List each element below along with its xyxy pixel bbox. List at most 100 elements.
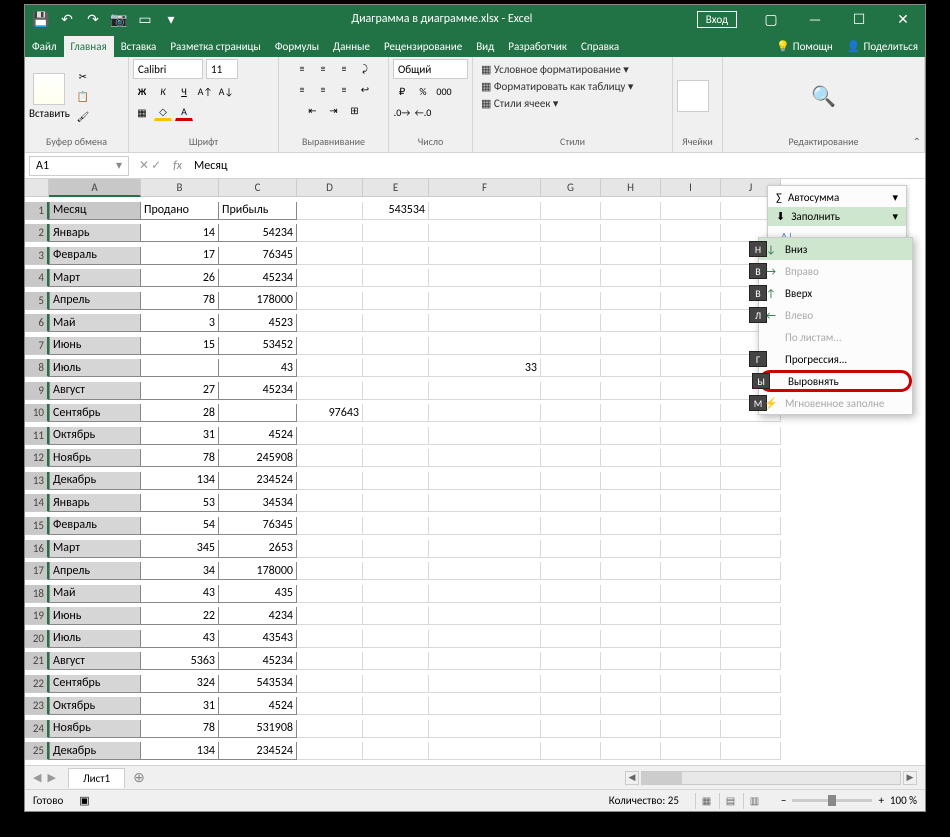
cell[interactable]	[297, 517, 363, 535]
fill-button[interactable]: ⬇Заполнить▾	[768, 207, 906, 226]
cell[interactable]	[297, 337, 363, 355]
cell[interactable]: 134	[141, 742, 219, 760]
cell[interactable]: Август	[49, 652, 141, 670]
cell[interactable]: 234524	[219, 742, 297, 760]
cell[interactable]	[661, 585, 721, 603]
column-header[interactable]: G	[541, 179, 601, 197]
cell[interactable]: Месяц	[49, 202, 141, 220]
cell[interactable]	[601, 224, 661, 242]
cell[interactable]	[601, 742, 661, 760]
cell[interactable]: 53	[141, 494, 219, 512]
cell[interactable]: 324	[141, 675, 219, 693]
cell[interactable]: 76345	[219, 517, 297, 535]
cell[interactable]: Продано	[141, 202, 219, 220]
cell[interactable]: 45234	[219, 269, 297, 287]
name-box[interactable]: A1▾	[29, 156, 129, 176]
zoom-level[interactable]: 100 %	[890, 794, 917, 807]
cell[interactable]	[601, 314, 661, 332]
fill-color-icon[interactable]: ◇	[154, 103, 172, 121]
cell[interactable]	[601, 630, 661, 648]
cell[interactable]	[363, 720, 429, 738]
align-bottom-icon[interactable]: ≡	[335, 59, 353, 77]
conditional-formatting-button[interactable]: ▦ Условное форматирование ▾	[481, 63, 629, 76]
cell[interactable]	[429, 517, 541, 535]
cell[interactable]	[297, 359, 363, 377]
tab-review[interactable]: Рецензирование	[377, 36, 469, 57]
cell[interactable]: 43	[219, 359, 297, 377]
row-header[interactable]: 6	[25, 314, 49, 332]
cell[interactable]: 4234	[219, 607, 297, 625]
cell[interactable]	[541, 517, 601, 535]
cell[interactable]: 78	[141, 292, 219, 310]
camera-icon[interactable]: 📷	[111, 11, 127, 27]
cell[interactable]	[429, 292, 541, 310]
cell[interactable]	[429, 382, 541, 400]
cell[interactable]	[661, 742, 721, 760]
italic-button[interactable]: К	[154, 82, 172, 100]
cell[interactable]	[541, 269, 601, 287]
cell[interactable]: 78	[141, 720, 219, 738]
cell[interactable]	[429, 630, 541, 648]
cell[interactable]	[541, 585, 601, 603]
undo-icon[interactable]: ↶	[59, 11, 75, 27]
cell[interactable]	[429, 337, 541, 355]
share-button[interactable]: 👤Поделиться	[840, 36, 925, 57]
column-header[interactable]: H	[601, 179, 661, 197]
ribbon-options-icon[interactable]: ▢	[749, 5, 793, 33]
cell[interactable]: 34	[141, 562, 219, 580]
cell[interactable]: Май	[49, 585, 141, 603]
tab-data[interactable]: Данные	[326, 36, 377, 57]
cell[interactable]: Март	[49, 540, 141, 558]
fill-down-item[interactable]: Н ↓ Вниз	[759, 238, 912, 260]
cell[interactable]	[363, 224, 429, 242]
cell[interactable]	[541, 652, 601, 670]
cell[interactable]	[363, 404, 429, 422]
cell[interactable]	[601, 675, 661, 693]
cell[interactable]	[297, 562, 363, 580]
cell[interactable]	[297, 449, 363, 467]
cell[interactable]	[541, 472, 601, 490]
normal-view-icon[interactable]: ▦	[695, 793, 717, 809]
cell[interactable]	[363, 382, 429, 400]
zoom-in-icon[interactable]: +	[878, 794, 883, 807]
find-icon[interactable]: 🔍	[811, 84, 836, 109]
cell[interactable]	[429, 585, 541, 603]
row-header[interactable]: 24	[25, 720, 49, 738]
copy-icon[interactable]: 📋	[74, 87, 92, 105]
cell[interactable]	[429, 247, 541, 265]
cell[interactable]: Прибыль	[219, 202, 297, 220]
cell[interactable]	[297, 652, 363, 670]
cell[interactable]	[601, 472, 661, 490]
cell[interactable]	[661, 427, 721, 445]
cell[interactable]	[541, 449, 601, 467]
cell[interactable]	[661, 359, 721, 377]
cell[interactable]	[541, 314, 601, 332]
cell[interactable]	[601, 449, 661, 467]
cell[interactable]	[297, 742, 363, 760]
row-header[interactable]: 18	[25, 585, 49, 603]
cell[interactable]	[429, 404, 541, 422]
cell[interactable]	[721, 540, 781, 558]
cell[interactable]	[297, 202, 363, 220]
column-header[interactable]: E	[363, 179, 429, 197]
cell[interactable]: 78	[141, 449, 219, 467]
cell[interactable]: 245908	[219, 449, 297, 467]
cell[interactable]	[363, 585, 429, 603]
cell[interactable]	[541, 720, 601, 738]
cell[interactable]	[363, 540, 429, 558]
border-icon[interactable]: ▦	[133, 103, 151, 121]
cell[interactable]	[601, 427, 661, 445]
tell-me[interactable]: 💡Помощн	[769, 36, 840, 57]
format-as-table-button[interactable]: ▦ Форматировать как таблицу ▾	[481, 80, 633, 93]
fx-icon[interactable]: fx	[167, 159, 188, 173]
cell[interactable]	[661, 607, 721, 625]
sheet-tab[interactable]: Лист1	[68, 768, 125, 788]
cell[interactable]	[363, 517, 429, 535]
fill-justify-item[interactable]: Ы Выровнять	[759, 370, 912, 392]
align-center-icon[interactable]: ≡	[314, 80, 332, 98]
cell[interactable]	[363, 314, 429, 332]
column-header[interactable]: A	[49, 179, 141, 197]
cell[interactable]	[541, 359, 601, 377]
cell[interactable]: 543534	[363, 202, 429, 220]
cell[interactable]	[429, 202, 541, 220]
